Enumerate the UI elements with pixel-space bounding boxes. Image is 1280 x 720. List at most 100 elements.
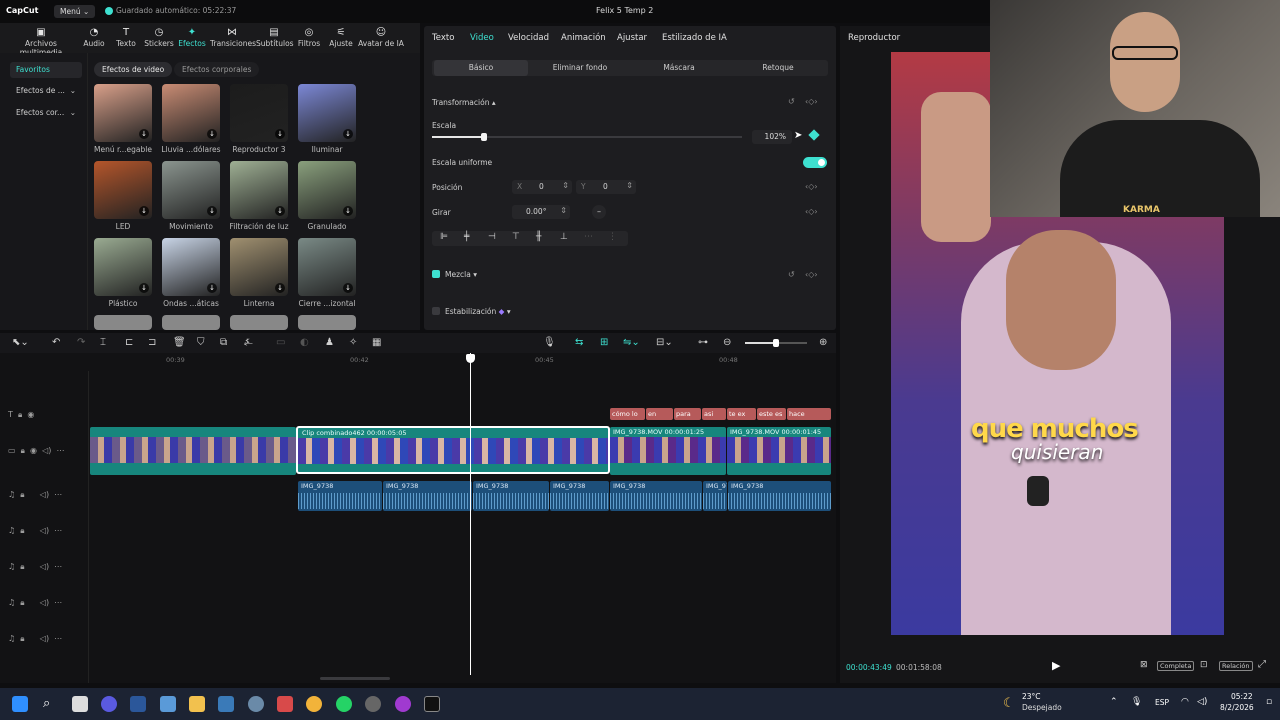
calculator-icon[interactable] [218, 696, 234, 712]
playhead[interactable] [470, 353, 471, 675]
download-icon[interactable]: ↓ [207, 283, 217, 293]
download-icon[interactable]: ↓ [207, 206, 217, 216]
audio-clip[interactable]: IMG_97 [703, 481, 727, 511]
select-tool-icon[interactable]: ⬉⌄ [12, 337, 29, 349]
align-center-h-icon[interactable]: ╪ [464, 232, 469, 242]
tab-text[interactable]: Texto [432, 33, 454, 43]
fit-icon[interactable]: ⊶ [698, 337, 708, 349]
chrome-icon[interactable] [306, 696, 322, 712]
distribute-h-icon[interactable]: ⋯ [584, 232, 593, 242]
video-clip[interactable]: IMG_9738.MOV 00:00:01:25 [610, 427, 726, 475]
stepper-icon[interactable]: ⇕ [562, 181, 569, 190]
wifi-icon[interactable]: ◠ [1181, 697, 1189, 707]
keyframe-icon[interactable]: ‹◇› [805, 207, 818, 216]
marker-icon[interactable]: ⛉ [197, 337, 205, 349]
more-icon[interactable]: ⋯ [54, 634, 62, 643]
tab-video[interactable]: Video [470, 33, 494, 43]
text-clip[interactable]: para [674, 408, 701, 420]
microphone-icon[interactable]: 🎙 [543, 337, 556, 349]
tab-video-effects[interactable]: Efectos de video [94, 62, 173, 77]
file-explorer-icon[interactable] [189, 696, 205, 712]
mute-icon[interactable]: ◁) [40, 598, 49, 607]
redo-icon[interactable]: ↷ [77, 337, 85, 349]
magnet-icon[interactable]: ⊞ [600, 337, 608, 349]
clock-time[interactable]: 05:22 [1231, 692, 1253, 701]
effect-thumbnail[interactable]: ↓ [162, 161, 220, 219]
link-main-icon[interactable]: ⇆ [575, 337, 583, 349]
tab-adjust[interactable]: Ajustar [617, 33, 647, 43]
subtab-basic[interactable]: Básico [434, 60, 528, 76]
reverse-icon[interactable]: ◐ [300, 337, 309, 349]
zoom-out-icon[interactable]: ⊖ [723, 337, 731, 349]
uniform-scale-toggle[interactable] [803, 157, 827, 168]
text-clip[interactable]: en [646, 408, 673, 420]
crop-preview-icon[interactable]: ⊡ [1200, 660, 1208, 670]
nav-favorites[interactable]: Favoritos [10, 62, 82, 78]
download-icon[interactable]: ↓ [275, 206, 285, 216]
download-icon[interactable]: ↓ [207, 129, 217, 139]
video-clip[interactable] [90, 427, 296, 475]
media-app-icon[interactable] [277, 696, 293, 712]
mic-tray-icon[interactable]: 🎙 [1131, 697, 1142, 707]
effect-thumbnail[interactable] [162, 315, 220, 330]
freeze-icon[interactable]: ▭ [276, 337, 285, 349]
download-icon[interactable]: ↓ [343, 206, 353, 216]
magic-icon[interactable]: ✧ [349, 337, 357, 349]
toolbar-text[interactable]: T Texto [112, 27, 140, 51]
link-clips-icon[interactable]: ⇋⌄ [623, 337, 640, 349]
audio-clip[interactable]: IMG_9738 [383, 481, 472, 511]
ratio-button[interactable]: Relación [1219, 661, 1253, 671]
windows-start-icon[interactable] [12, 696, 28, 712]
lock-icon[interactable]: 🔒︎ [20, 562, 24, 571]
more-icon[interactable]: ⋯ [56, 446, 64, 455]
menu-button[interactable]: Menú ⌄ [54, 5, 96, 18]
undo-icon[interactable]: ↶ [52, 337, 60, 349]
obs-icon[interactable] [365, 696, 381, 712]
task-view-icon[interactable] [72, 696, 88, 712]
word-icon[interactable] [130, 696, 146, 712]
audio-clip[interactable]: IMG_9738 [550, 481, 609, 511]
stabilize-header[interactable]: Estabilización ◆ ▾ [445, 307, 511, 316]
reset-icon[interactable]: ↺ [788, 97, 795, 106]
lock-icon[interactable]: 🔒︎ [20, 526, 24, 535]
audio-clip[interactable]: IMG_9738 [473, 481, 549, 511]
more-icon[interactable]: ⋯ [54, 562, 62, 571]
effect-thumbnail[interactable]: ↓ [162, 84, 220, 142]
split-icon[interactable]: ⌶ [100, 337, 106, 349]
reset-icon[interactable]: ↺ [788, 270, 795, 279]
play-icon[interactable]: ▶ [1052, 659, 1060, 672]
compound-clip[interactable]: Clip combinado462 00:00:05:05 [296, 426, 610, 474]
capcut-taskbar-icon[interactable] [424, 696, 440, 712]
tab-body-effects[interactable]: Efectos corporales [174, 62, 260, 77]
mute-icon[interactable]: ◁) [40, 526, 49, 535]
scale-input[interactable]: 102% [752, 130, 792, 144]
mute-icon[interactable]: ◁) [40, 490, 49, 499]
video-clip[interactable]: IMG_9738.MOV 00:00:01:45 [727, 427, 831, 475]
download-icon[interactable]: ↓ [139, 129, 149, 139]
rotate-dial-icon[interactable]: – [592, 205, 606, 219]
toolbar-ai-avatar[interactable]: ☺ Avatar de IA [358, 27, 404, 51]
search-icon[interactable]: ⌕ [43, 696, 59, 712]
audio-clip[interactable]: IMG_9738 [728, 481, 831, 511]
playhead-handle[interactable] [466, 354, 475, 363]
subtab-mask[interactable]: Máscara [632, 60, 726, 76]
audio-clip[interactable]: IMG_9738 [610, 481, 702, 511]
stepper-icon[interactable]: ⇕ [626, 181, 633, 190]
stepper-icon[interactable]: ⇕ [560, 206, 567, 215]
crop-icon[interactable]: ⧉ [220, 337, 227, 349]
effect-thumbnail[interactable]: ↓ [94, 161, 152, 219]
rotate-input[interactable]: 0.00° ⇕ [512, 205, 570, 219]
settings-icon[interactable] [248, 696, 264, 712]
position-y-input[interactable]: Y 0 ⇕ [576, 180, 636, 194]
align-left-icon[interactable]: ⊫ [440, 232, 448, 242]
toolbar-audio[interactable]: ◔ Audio [80, 27, 108, 51]
blend-header[interactable]: Mezcla ▾ [445, 270, 477, 279]
photos-icon[interactable] [160, 696, 176, 712]
mute-icon[interactable]: ◁) [40, 562, 49, 571]
effect-thumbnail[interactable] [298, 315, 356, 330]
lock-icon[interactable]: 🔒︎ [20, 634, 24, 643]
more-icon[interactable]: ⋯ [54, 490, 62, 499]
clock-date[interactable]: 8/2/2026 [1220, 703, 1254, 712]
lock-icon[interactable]: 🔒︎ [18, 410, 22, 419]
effect-thumbnail[interactable]: ↓ [298, 84, 356, 142]
